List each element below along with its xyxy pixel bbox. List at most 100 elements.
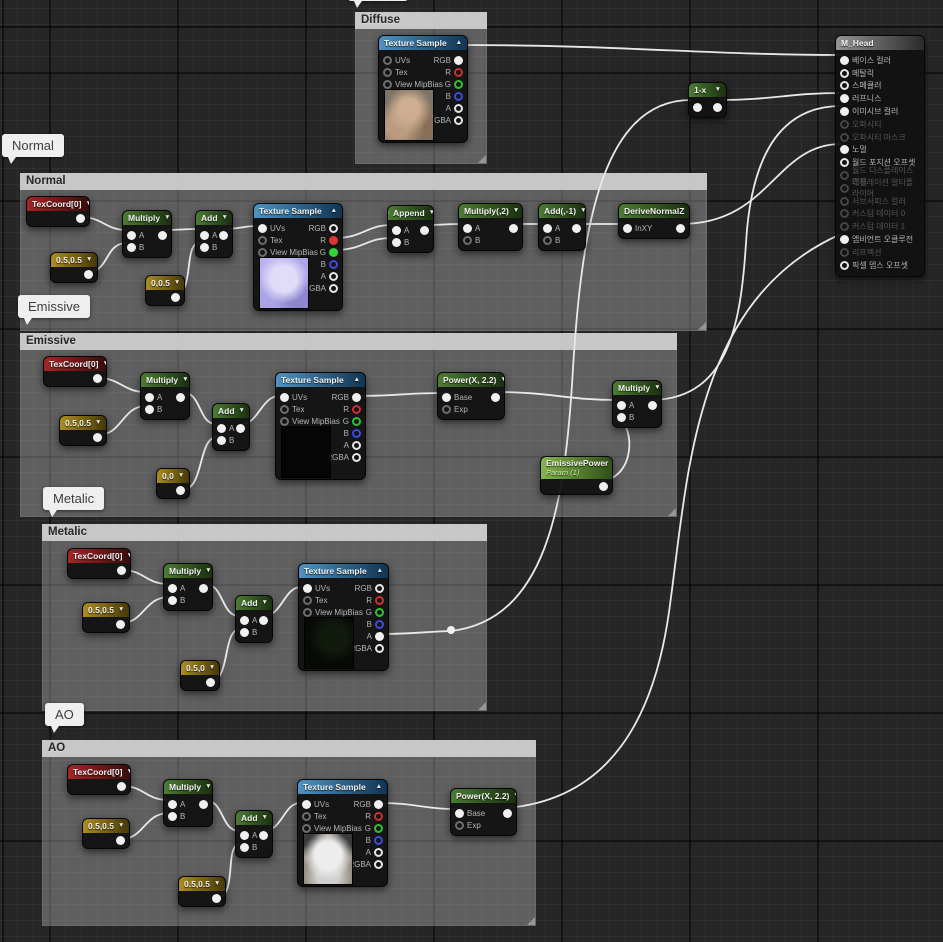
node-const-metalic-2[interactable]: 0.5,0 ▼ bbox=[180, 660, 220, 691]
input-pin[interactable] bbox=[303, 595, 312, 605]
input-pin[interactable] bbox=[240, 627, 249, 637]
input-pin[interactable] bbox=[392, 225, 401, 235]
output-pin[interactable] bbox=[374, 859, 383, 869]
node-const-emissive-2[interactable]: 0,0 ▼ bbox=[156, 468, 190, 499]
collapse-arrow-icon[interactable]: ▲ bbox=[331, 204, 337, 218]
output-pin[interactable] bbox=[329, 259, 338, 269]
node-ts-metalic[interactable]: Texture Sample ▲ UVs RGB Tex R View MipBias G B A… bbox=[298, 563, 389, 671]
input-pin[interactable] bbox=[258, 223, 267, 233]
node-header[interactable]: DeriveNormalZ▼ bbox=[619, 204, 689, 218]
node-append[interactable]: Append ▼ A B bbox=[387, 205, 434, 253]
wire[interactable] bbox=[495, 391, 617, 401]
node-const-normal-2[interactable]: 0,0.5 ▼ bbox=[145, 275, 185, 306]
node-header[interactable]: Multiply ▼ bbox=[164, 780, 212, 794]
output-pin[interactable] bbox=[352, 404, 361, 414]
output-pin[interactable] bbox=[84, 270, 93, 279]
output-pin[interactable] bbox=[648, 400, 657, 410]
node-header[interactable]: 0,0 ▼ bbox=[157, 469, 189, 483]
input-pin[interactable] bbox=[258, 247, 267, 257]
dropdown-arrow-icon[interactable]: ▼ bbox=[86, 253, 92, 267]
node-one-minus-x[interactable]: 1-x ▼ bbox=[688, 82, 727, 118]
input-pin[interactable] bbox=[302, 823, 311, 833]
input-pin[interactable] bbox=[303, 607, 312, 617]
output-pin[interactable] bbox=[374, 847, 383, 857]
output-pin[interactable] bbox=[503, 808, 512, 818]
output-pin[interactable] bbox=[329, 283, 338, 293]
output-pin[interactable] bbox=[375, 595, 384, 605]
output-pin[interactable] bbox=[212, 894, 221, 903]
input-pin[interactable] bbox=[145, 392, 154, 402]
output-pin[interactable] bbox=[375, 631, 384, 641]
output-pin[interactable] bbox=[374, 835, 383, 845]
output-pin[interactable] bbox=[117, 782, 126, 791]
dropdown-arrow-icon[interactable]: ▼ bbox=[222, 211, 228, 225]
node-multiply-emissive-2[interactable]: Multiply ▼ A B bbox=[612, 380, 662, 428]
node-const-metalic-1[interactable]: 0.5,0.5 ▼ bbox=[82, 602, 130, 633]
node-texcoord-normal[interactable]: TexCoord[0] ▼ bbox=[26, 196, 90, 227]
collapse-arrow-icon[interactable]: ▲ bbox=[377, 564, 383, 578]
input-pin[interactable] bbox=[217, 435, 226, 445]
input-pin[interactable] bbox=[168, 595, 177, 605]
dropdown-arrow-icon[interactable]: ▼ bbox=[118, 819, 124, 833]
node-const-ao-2[interactable]: 0.5,0.5 ▼ bbox=[178, 876, 226, 907]
output-pin[interactable] bbox=[206, 678, 215, 687]
dropdown-arrow-icon[interactable]: ▼ bbox=[654, 381, 660, 395]
dropdown-arrow-icon[interactable]: ▼ bbox=[209, 661, 215, 675]
output-pin[interactable] bbox=[219, 230, 228, 240]
output-pin[interactable] bbox=[116, 620, 125, 629]
texture-preview[interactable] bbox=[384, 89, 434, 141]
input-pin[interactable] bbox=[455, 820, 464, 830]
input-pin[interactable] bbox=[840, 94, 849, 104]
input-pin[interactable] bbox=[693, 102, 702, 112]
node-header[interactable]: 0.5,0.5 ▼ bbox=[51, 253, 97, 267]
node-header[interactable]: TexCoord[0] ▼ bbox=[68, 765, 130, 779]
input-pin[interactable] bbox=[240, 830, 249, 840]
node-header[interactable]: Multiply(,2) ▼ bbox=[459, 204, 522, 218]
node-header[interactable]: Add ▼ bbox=[236, 596, 272, 610]
node-power-ao[interactable]: Power(X, 2.2)▼ Base Exp bbox=[450, 788, 517, 836]
wire[interactable] bbox=[356, 392, 442, 397]
node-header[interactable]: TexCoord[0] ▼ bbox=[27, 197, 89, 211]
dropdown-arrow-icon[interactable]: ▼ bbox=[182, 373, 188, 387]
input-pin[interactable] bbox=[442, 392, 451, 402]
output-pin[interactable] bbox=[420, 225, 429, 235]
node-header[interactable]: 0.5,0.5 ▼ bbox=[83, 603, 129, 617]
input-pin[interactable] bbox=[840, 247, 849, 257]
dropdown-arrow-icon[interactable]: ▼ bbox=[118, 603, 124, 617]
input-pin[interactable] bbox=[217, 423, 226, 433]
input-pin[interactable] bbox=[280, 392, 289, 402]
input-pin[interactable] bbox=[617, 400, 626, 410]
output-pin[interactable] bbox=[375, 619, 384, 629]
dropdown-arrow-icon[interactable]: ▼ bbox=[95, 416, 101, 430]
node-power-emissive[interactable]: Power(X, 2.2) ▼ Base Exp bbox=[437, 372, 505, 420]
output-pin[interactable] bbox=[352, 416, 361, 426]
output-pin[interactable] bbox=[259, 830, 268, 840]
output-pin[interactable] bbox=[176, 392, 185, 402]
input-pin[interactable] bbox=[840, 196, 849, 206]
input-pin[interactable] bbox=[840, 260, 849, 270]
input-pin[interactable] bbox=[127, 242, 136, 252]
output-pin[interactable] bbox=[454, 79, 463, 89]
input-pin[interactable] bbox=[840, 145, 849, 155]
output-pin[interactable] bbox=[158, 230, 167, 240]
node-multiply-emissive[interactable]: Multiply ▼ A B bbox=[140, 372, 190, 420]
collapse-arrow-icon[interactable]: ▲ bbox=[456, 36, 462, 50]
output-pin[interactable] bbox=[352, 392, 361, 402]
node-header[interactable]: Texture Sample ▲ bbox=[299, 564, 388, 578]
node-add-ao[interactable]: Add ▼ A B bbox=[235, 810, 273, 858]
output-pin[interactable] bbox=[329, 247, 338, 257]
wire[interactable] bbox=[719, 92, 842, 101]
dropdown-arrow-icon[interactable]: ▼ bbox=[102, 357, 106, 371]
reroute-node[interactable] bbox=[447, 626, 455, 634]
node-ts-diffuse[interactable]: Texture Sample ▲ UVs RGB Tex R View MipBias G B A… bbox=[378, 35, 468, 143]
dropdown-arrow-icon[interactable]: ▼ bbox=[262, 596, 268, 610]
input-pin[interactable] bbox=[840, 209, 849, 219]
input-pin[interactable] bbox=[840, 81, 849, 91]
output-pin[interactable] bbox=[93, 374, 102, 383]
output-pin[interactable] bbox=[454, 91, 463, 101]
output-pin[interactable] bbox=[374, 811, 383, 821]
output-pin[interactable] bbox=[93, 433, 102, 442]
node-header[interactable]: Multiply ▼ bbox=[123, 211, 171, 225]
output-pin[interactable] bbox=[375, 583, 384, 593]
input-pin[interactable] bbox=[302, 799, 311, 809]
